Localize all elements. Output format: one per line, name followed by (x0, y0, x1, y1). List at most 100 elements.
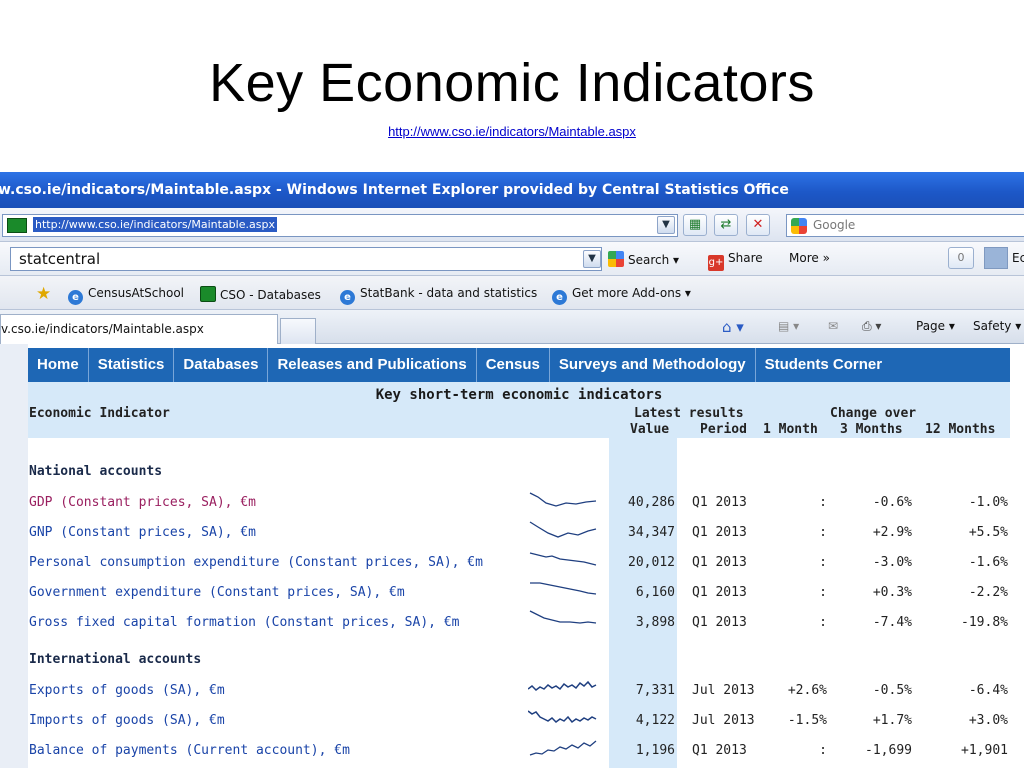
change-12m-cell: +1,901 (961, 743, 1008, 758)
value-cell: 4,122 (635, 713, 675, 728)
address-text[interactable]: http://www.cso.ie/indicators/Maintable.a… (33, 217, 277, 232)
browser-window: w.cso.ie/indicators/Maintable.aspx - Win… (0, 172, 1024, 768)
ie-page-icon: e (340, 290, 355, 305)
compatibility-view-icon[interactable]: ▦ (683, 214, 707, 236)
notification-counter[interactable]: 0 (948, 247, 974, 269)
google-icon (791, 218, 807, 234)
period-cell: Q1 2013 (692, 585, 747, 600)
period-cell: Q1 2013 (692, 525, 747, 540)
user-avatar-icon[interactable] (984, 247, 1008, 269)
nav-releases-publications[interactable]: Releases and Publications (268, 348, 477, 382)
change-3m-cell: +2.9% (872, 525, 912, 540)
favorites-star-icon[interactable]: ★ (36, 284, 51, 304)
change-3m-cell: +0.3% (872, 585, 912, 600)
favorite-statbank[interactable]: e StatBank - data and statistics (340, 286, 537, 305)
indicator-link-exports[interactable]: Exports of goods (SA), €m (29, 683, 225, 698)
site-navigation: Home Statistics Databases Releases and P… (28, 348, 1010, 382)
change-1m-cell: -1.5% (787, 713, 827, 728)
search-button-label: Search (628, 253, 670, 267)
more-button[interactable]: More » (789, 251, 830, 265)
period-cell: Jul 2013 (692, 683, 755, 698)
sparkline-government-expenditure (530, 582, 597, 595)
address-field[interactable]: http://www.cso.ie/indicators/Maintable.a… (2, 214, 678, 237)
col-period: Period (700, 422, 747, 437)
change-12m-cell: -6.4% (968, 683, 1008, 698)
address-bar-row: http://www.cso.ie/indicators/Maintable.a… (0, 208, 1024, 242)
indicator-link-gnp[interactable]: GNP (Constant prices, SA), €m (29, 525, 256, 540)
change-12m-cell: -2.2% (968, 585, 1008, 600)
favorite-cso-databases[interactable]: CSO - Databases (200, 286, 321, 302)
table-row: Personal consumption expenditure (Consta… (28, 552, 1010, 585)
value-cell: 34,347 (628, 525, 675, 540)
window-title-bar: w.cso.ie/indicators/Maintable.aspx - Win… (0, 172, 1024, 208)
tab-active[interactable]: v.cso.ie/indicators/Maintable.aspx (0, 314, 278, 344)
google-plus-icon: g+ (708, 255, 724, 271)
google-placeholder: Google (813, 218, 856, 232)
indicator-link-imports[interactable]: Imports of goods (SA), €m (29, 713, 225, 728)
stop-icon[interactable]: ✕ (746, 214, 770, 236)
nav-databases[interactable]: Databases (174, 348, 269, 382)
change-3m-cell: -0.6% (872, 495, 912, 510)
favorite-censusatschool[interactable]: e CensusAtSchool (68, 286, 184, 305)
print-icon[interactable]: ⎙ ▾ (862, 319, 881, 334)
safety-menu[interactable]: Safety ▾ (973, 319, 1021, 333)
col-3-months: 3 Months (840, 422, 903, 437)
table-row: Government expenditure (Constant prices,… (28, 582, 1010, 615)
share-button-label: Share (728, 251, 763, 265)
indicator-link-gdp[interactable]: GDP (Constant prices, SA), €m (29, 495, 256, 510)
indicator-link-gross-fixed-capital[interactable]: Gross fixed capital formation (Constant … (29, 615, 459, 630)
cso-chart-icon (200, 286, 216, 302)
safety-menu-label: Safety (973, 319, 1012, 333)
nav-students-corner[interactable]: Students Corner (756, 348, 892, 382)
value-cell: 3,898 (635, 615, 675, 630)
home-icon[interactable]: ⌂ ▾ (722, 318, 744, 336)
sparkline-gnp (529, 521, 597, 538)
change-1m-cell: : (819, 743, 827, 758)
user-name[interactable]: Ec (1012, 251, 1024, 265)
col-economic-indicator: Economic Indicator (29, 406, 170, 421)
indicator-link-balance-of-payments[interactable]: Balance of payments (Current account), €… (29, 743, 350, 758)
tab-bar: v.cso.ie/indicators/Maintable.aspx ⌂ ▾ ▤… (0, 310, 1024, 344)
nav-surveys-methodology[interactable]: Surveys and Methodology (550, 348, 756, 382)
google-search-field[interactable]: Google (786, 214, 1024, 237)
slide-title: Key Economic Indicators (209, 53, 815, 113)
change-3m-cell: -3.0% (872, 555, 912, 570)
page-menu[interactable]: Page ▾ (916, 319, 955, 333)
indicators-table: Key short-term economic indicators Econo… (28, 382, 1010, 768)
value-cell: 20,012 (628, 555, 675, 570)
change-1m-cell: : (819, 495, 827, 510)
favorite-get-addons[interactable]: e Get more Add-ons ▾ (552, 286, 691, 305)
favorite-label: Get more Add-ons (572, 286, 682, 300)
nav-census[interactable]: Census (477, 348, 550, 382)
search-button[interactable]: Search ▾ (608, 251, 679, 267)
value-cell: 7,331 (635, 683, 675, 698)
nav-home[interactable]: Home (28, 348, 89, 382)
indicator-link-personal-consumption[interactable]: Personal consumption expenditure (Consta… (29, 555, 483, 570)
favorite-label: CensusAtSchool (88, 286, 185, 300)
search-icon (608, 251, 624, 267)
favorite-label: StatBank - data and statistics (360, 286, 538, 300)
value-cell: 40,286 (628, 495, 675, 510)
nav-statistics[interactable]: Statistics (89, 348, 175, 382)
col-1-month: 1 Month (763, 422, 818, 437)
change-12m-cell: -1.0% (968, 495, 1008, 510)
sparkline-personal-consumption (529, 552, 597, 566)
address-dropdown-button[interactable]: ▼ (657, 216, 675, 234)
change-1m-cell: : (819, 585, 827, 600)
refresh-icon[interactable]: ⇄ (714, 214, 738, 236)
change-3m-cell: +1.7% (872, 713, 912, 728)
search-dropdown-button[interactable]: ▼ (583, 250, 601, 268)
mail-icon[interactable]: ✉ (828, 319, 838, 333)
new-tab-button[interactable] (280, 318, 316, 344)
indicator-link-government-expenditure[interactable]: Government expenditure (Constant prices,… (29, 585, 405, 600)
change-1m-cell: : (819, 615, 827, 630)
table-row: Exports of goods (SA), €m 7,331 Jul 2013… (28, 680, 1010, 713)
change-12m-cell: +5.5% (968, 525, 1008, 540)
share-button[interactable]: g+ Share (708, 251, 763, 271)
col-latest-results: Latest results (634, 406, 744, 421)
slide-source-link[interactable]: http://www.cso.ie/indicators/Maintable.a… (0, 124, 1024, 139)
toolbar-search-input[interactable]: statcentral (10, 247, 602, 271)
change-12m-cell: -1.6% (968, 555, 1008, 570)
feeds-icon[interactable]: ▤ ▾ (778, 319, 799, 333)
sparkline-exports (528, 680, 597, 691)
